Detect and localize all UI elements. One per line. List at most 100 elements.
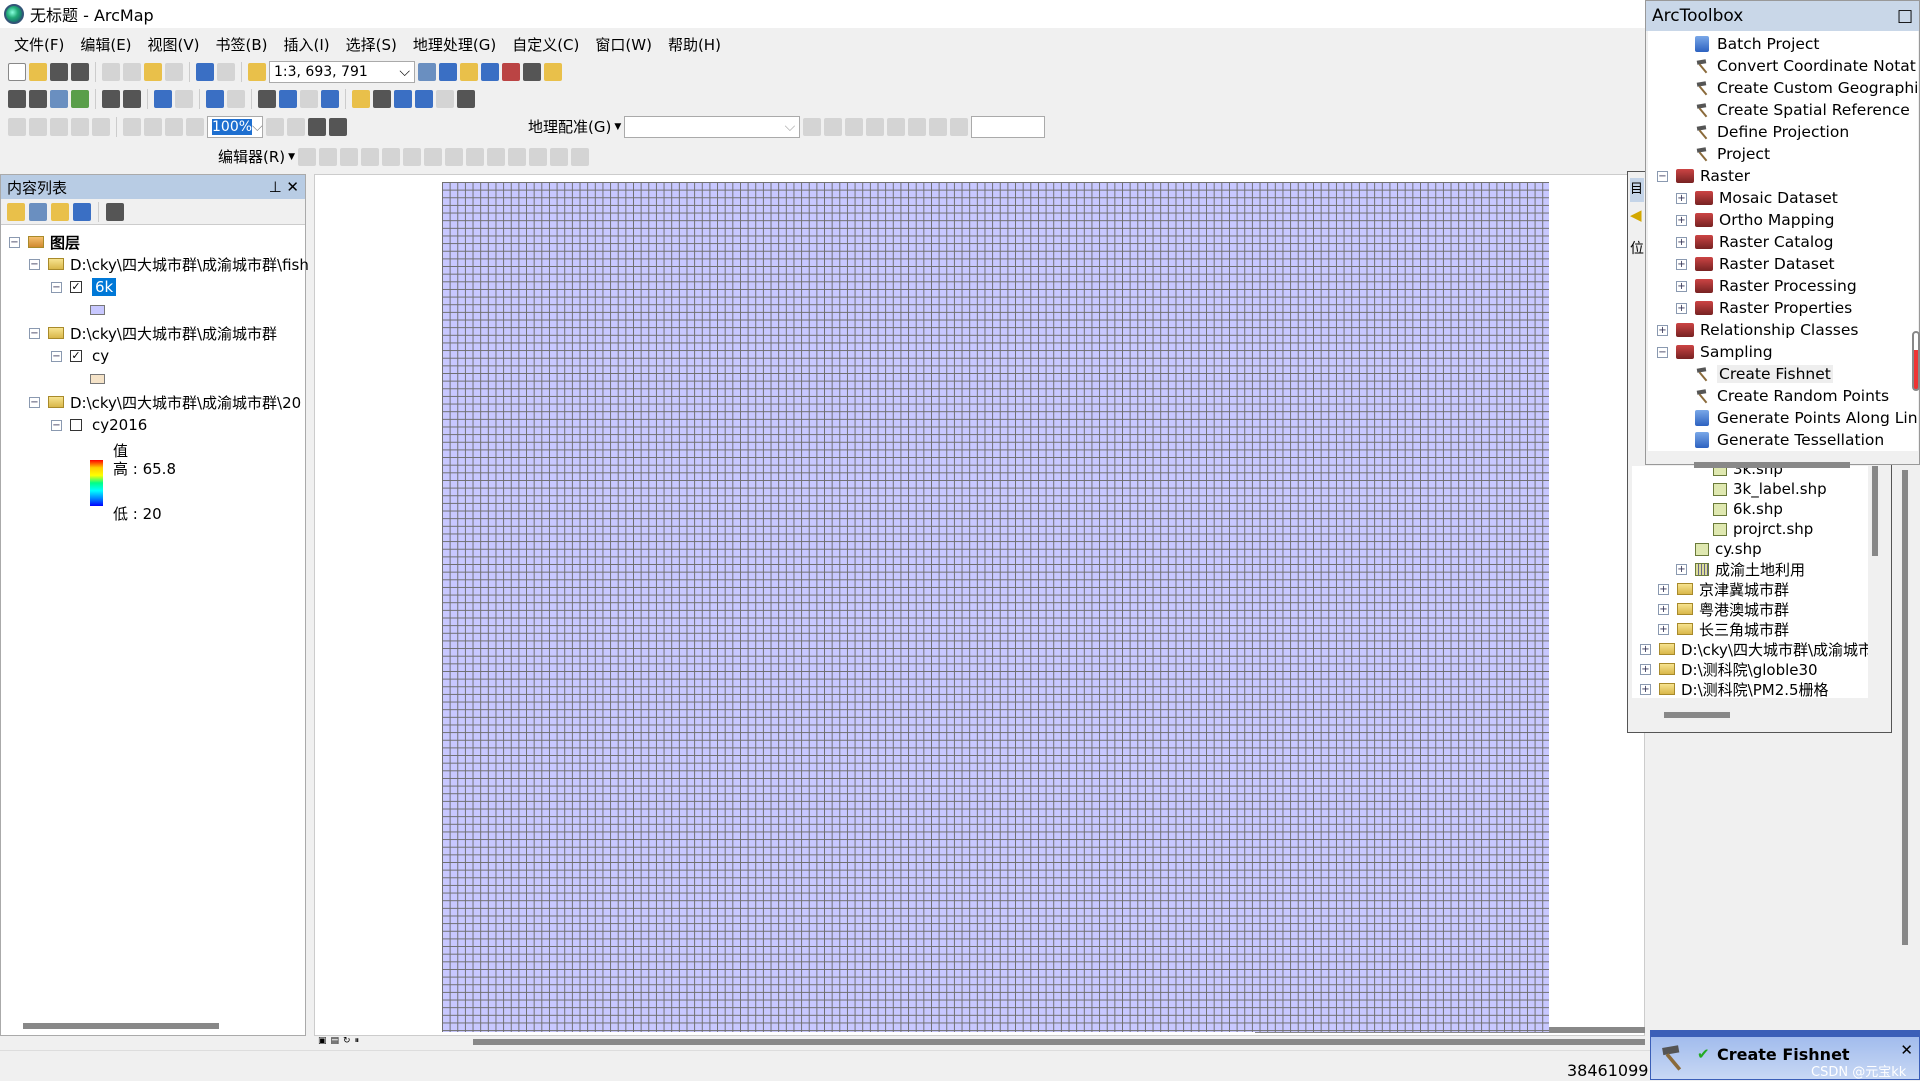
time-slider-icon[interactable] <box>436 89 454 108</box>
delete-icon[interactable] <box>165 62 183 81</box>
expand-icon[interactable]: + <box>1658 583 1669 595</box>
menu-item[interactable]: 书签(B) <box>208 34 276 55</box>
toolbox-item[interactable]: Create Fishnet <box>1676 363 1833 385</box>
pause-drawing-icon[interactable]: ⏸ <box>355 1036 360 1048</box>
toolbox-item[interactable]: + Raster Catalog <box>1676 231 1833 253</box>
layout-zoom-out-icon[interactable] <box>29 117 47 136</box>
create-features-icon[interactable] <box>571 147 590 166</box>
collapse-icon[interactable]: − <box>29 258 40 270</box>
go-to-xy-icon[interactable] <box>415 89 433 108</box>
toolbox-item[interactable]: Create Random Points <box>1676 385 1889 407</box>
add-control-points-icon[interactable] <box>803 117 822 136</box>
rotate-feature-icon[interactable] <box>508 147 527 166</box>
identify-icon[interactable] <box>279 89 297 108</box>
data-driven-pages-icon[interactable] <box>329 117 347 136</box>
layer-visibility-checkbox[interactable] <box>70 419 82 431</box>
pin-icon[interactable]: ⊥ <box>269 178 282 196</box>
layout-fixed-zoom-out-icon[interactable] <box>144 117 162 136</box>
cut-icon[interactable] <box>102 62 120 81</box>
toc-source-group[interactable]: − D:\cky\四大城市群\成渝城市群 <box>29 322 277 344</box>
expand-icon[interactable]: + <box>1676 302 1687 314</box>
toolbox-item[interactable]: Create Custom Geographi <box>1676 77 1918 99</box>
open-icon[interactable] <box>29 62 47 81</box>
pan-icon[interactable] <box>50 89 68 108</box>
magnifier-icon[interactable] <box>457 89 475 108</box>
cut-polygons-icon[interactable] <box>466 147 485 166</box>
map-scrollbar[interactable] <box>473 1039 1645 1045</box>
add-data-icon[interactable] <box>248 62 266 81</box>
layer-visibility-checkbox[interactable]: ✓ <box>70 350 82 362</box>
catalog-item[interactable]: + 京津冀城市群 <box>1658 578 1789 600</box>
catalog-item[interactable]: projrct.shp <box>1694 518 1813 540</box>
undo-icon[interactable] <box>196 62 214 81</box>
toc-layer[interactable]: − ✓ cy <box>51 345 109 367</box>
straight-segment-icon[interactable] <box>340 147 359 166</box>
expand-icon[interactable]: + <box>1658 603 1669 615</box>
print-icon[interactable] <box>71 62 89 81</box>
edit-vertices-icon[interactable] <box>424 147 443 166</box>
paste-icon[interactable] <box>144 62 162 81</box>
zoom-out-icon[interactable] <box>29 89 47 108</box>
layer-symbol-swatch[interactable] <box>90 305 105 315</box>
georef-value-field[interactable] <box>971 115 1046 138</box>
toolbox-horizontal-scrollbar[interactable] <box>1694 462 1850 468</box>
forward-icon[interactable] <box>175 89 193 108</box>
toolbox-item[interactable]: + Raster Dataset <box>1676 253 1835 275</box>
fixed-zoom-in-icon[interactable] <box>102 89 120 108</box>
layout-back-icon[interactable] <box>165 117 183 136</box>
catalog-vertical-scrollbar[interactable] <box>1872 466 1878 556</box>
menu-item[interactable]: 地理处理(G) <box>405 34 504 55</box>
menu-item[interactable]: 编辑(E) <box>72 34 139 55</box>
catalog-item[interactable]: + D:\cky\四大城市群\成渝城市 <box>1640 638 1868 660</box>
expand-icon[interactable]: + <box>1676 563 1687 575</box>
zoom-percent-combo[interactable]: 100% ⌵ <box>207 115 263 138</box>
collapse-icon[interactable]: − <box>51 281 62 293</box>
collapse-icon[interactable]: − <box>29 327 40 339</box>
zoom-whole-page-icon[interactable] <box>71 117 89 136</box>
select-features-icon[interactable] <box>206 89 224 108</box>
expand-icon[interactable]: + <box>1676 236 1687 248</box>
back-arrow-icon[interactable]: ◀ <box>1630 206 1642 224</box>
edit-annotation-icon[interactable] <box>319 147 338 166</box>
split-icon[interactable] <box>487 147 506 166</box>
editor-menu[interactable]: 编辑器(R) <box>218 146 285 167</box>
auto-adjust-icon[interactable] <box>824 117 843 136</box>
toc-source-group[interactable]: − D:\cky\四大城市群\成渝城市群\20 <box>29 391 301 413</box>
collapse-icon[interactable]: − <box>9 236 20 248</box>
list-by-selection-icon[interactable] <box>73 202 91 221</box>
fishnet-layer-6k[interactable] <box>442 182 1549 1032</box>
expand-icon[interactable]: + <box>1640 663 1651 675</box>
menu-item[interactable]: 窗口(W) <box>587 34 660 55</box>
hyperlink-icon[interactable] <box>300 89 318 108</box>
georef-menu[interactable]: 地理配准(G) <box>528 116 611 137</box>
arctoolbox-icon[interactable] <box>502 62 520 81</box>
edit-tool-icon[interactable] <box>298 147 317 166</box>
select-elements-icon[interactable] <box>258 89 276 108</box>
list-by-source-icon[interactable] <box>29 202 47 221</box>
trace-icon[interactable] <box>382 147 401 166</box>
sketch-properties-icon[interactable] <box>550 147 569 166</box>
catalog-item[interactable]: cy.shp <box>1676 538 1762 560</box>
model-builder-icon[interactable] <box>544 62 562 81</box>
layout-fixed-zoom-in-icon[interactable] <box>123 117 141 136</box>
rotate-dropdown-icon[interactable] <box>950 117 969 136</box>
layout-pan-icon[interactable] <box>50 117 68 136</box>
table-of-contents-icon[interactable] <box>439 62 457 81</box>
catalog-item[interactable]: + D:\测科院\globle30 <box>1640 658 1818 680</box>
data-view-icon[interactable]: ▣ <box>318 1036 327 1048</box>
layout-zoom-in-icon[interactable] <box>8 117 26 136</box>
toolbox-item[interactable]: + Raster Properties <box>1676 297 1852 319</box>
layout-view-icon[interactable]: ▤ <box>331 1036 340 1048</box>
menu-item[interactable]: 帮助(H) <box>660 34 729 55</box>
viewer-icon[interactable] <box>929 117 948 136</box>
close-icon[interactable]: ✕ <box>286 178 299 196</box>
toc-source-group[interactable]: − D:\cky\四大城市群\成渝城市群\fish <box>29 253 309 275</box>
options-icon[interactable] <box>106 202 124 221</box>
new-document-icon[interactable] <box>8 62 26 81</box>
change-layout-icon[interactable] <box>308 117 326 136</box>
toolbox-item[interactable]: Project <box>1676 143 1770 165</box>
save-icon[interactable] <box>50 62 68 81</box>
menu-item[interactable]: 插入(I) <box>276 34 338 55</box>
expand-icon[interactable]: + <box>1658 623 1669 635</box>
close-icon[interactable]: ✕ <box>1900 1041 1913 1059</box>
